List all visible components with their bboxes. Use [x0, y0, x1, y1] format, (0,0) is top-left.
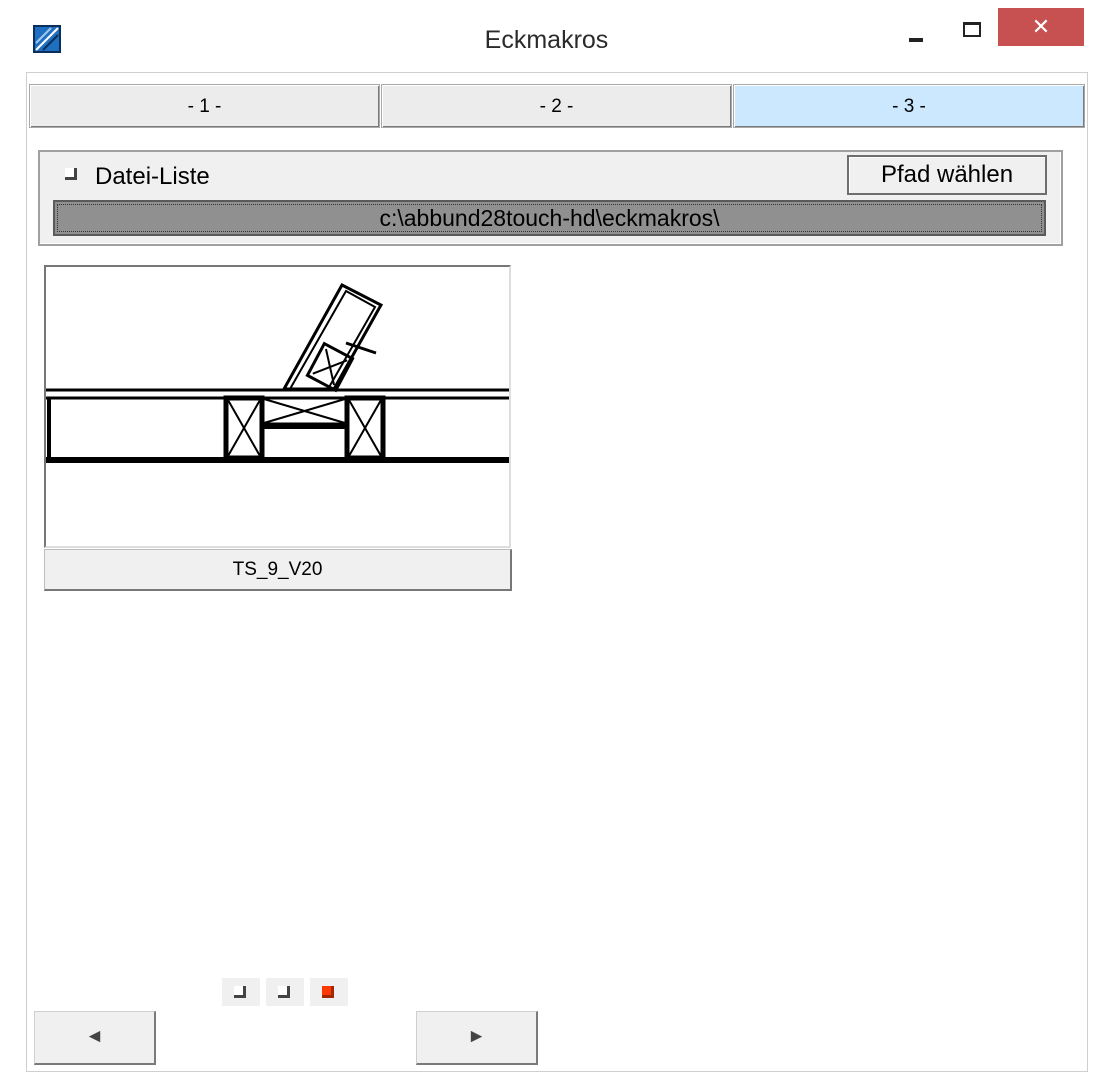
page-1-checkbox[interactable] [234, 986, 246, 998]
title-bar: Eckmakros ✕ [0, 0, 1093, 72]
maximize-button[interactable] [945, 8, 985, 44]
page-2-checkbox[interactable] [278, 986, 290, 998]
page-indicator-2[interactable] [266, 978, 304, 1006]
choose-path-button[interactable]: Pfad wählen [847, 155, 1047, 195]
wall-corner-macro-drawing-icon [46, 283, 509, 463]
eckmakros-window: Eckmakros ✕ - 1 - - 2 - - 3 - Datei-List… [0, 0, 1093, 1083]
close-button[interactable]: ✕ [998, 8, 1084, 46]
tab-1[interactable]: - 1 - [29, 84, 380, 128]
file-list-label: Datei-Liste [95, 163, 210, 190]
tab-2[interactable]: - 2 - [381, 84, 732, 128]
file-list-checkbox[interactable] [65, 168, 77, 180]
path-display[interactable]: c:\abbund28touch-hd\eckmakros\ [53, 200, 1046, 236]
macro-name-button[interactable]: TS_9_V20 [44, 549, 512, 591]
page-indicator-1[interactable] [222, 978, 260, 1006]
page-indicator-3[interactable] [310, 978, 348, 1006]
previous-page-button[interactable]: ◄ [34, 1011, 156, 1065]
tab-3[interactable]: - 3 - [733, 84, 1085, 128]
minimize-button[interactable] [895, 8, 935, 44]
next-page-button[interactable]: ► [416, 1011, 538, 1065]
macro-thumbnail[interactable] [44, 265, 511, 548]
page-3-checkbox[interactable] [322, 986, 334, 998]
